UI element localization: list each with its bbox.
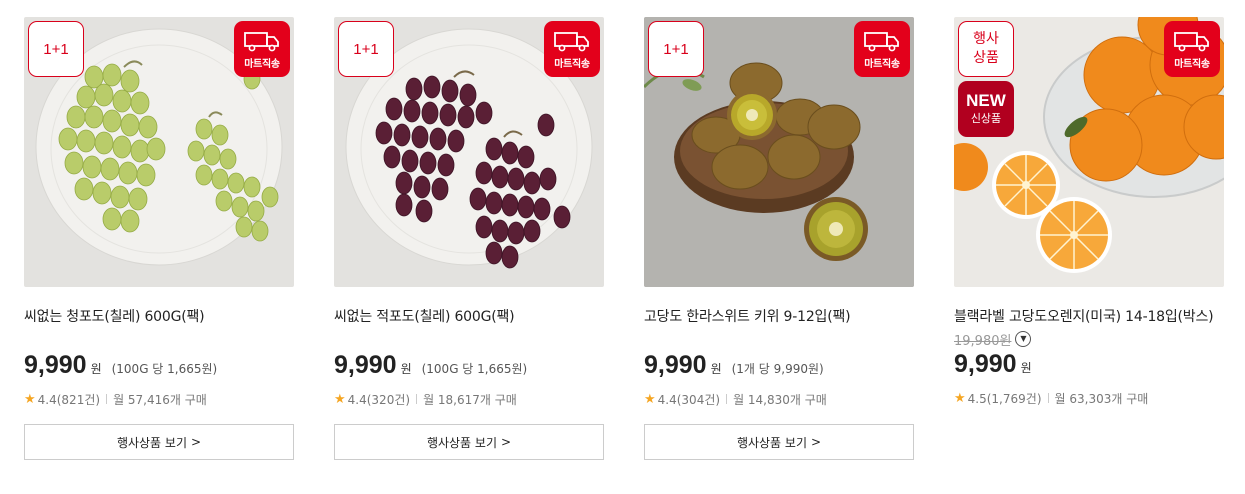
divider xyxy=(1047,393,1049,403)
product-meta: ★ 4.5(1,769건) 월 63,303개 구매 xyxy=(954,390,1224,406)
star-icon: ★ xyxy=(954,390,966,406)
chevron-right-icon: > xyxy=(501,435,512,449)
product-name[interactable]: 고당도 한라스위트 키위 9-12입(팩) xyxy=(644,307,914,328)
product-name[interactable]: 블랙라벨 고당도오렌지(미국) 14-18입(박스) xyxy=(954,307,1224,328)
product-name[interactable]: 씨없는 청포도(칠레) 600G(팩) xyxy=(24,307,294,328)
mart-delivery-label: 마트직송 xyxy=(864,59,900,70)
product-meta: ★ 4.4(320건) 월 18,617개 구매 xyxy=(334,391,604,407)
monthly-sales: 월 63,303개 구매 xyxy=(1054,391,1149,406)
delivery-truck-icon xyxy=(554,32,589,52)
mart-delivery-label: 마트직송 xyxy=(1174,59,1210,70)
delivery-truck-icon xyxy=(864,32,899,52)
product-grid: 1+1 마트직송 씨없는 청포도(칠레) 600G(팩) 9,990 원 (10… xyxy=(0,0,1245,494)
mart-delivery-label: 마트직송 xyxy=(244,59,280,70)
star-icon: ★ xyxy=(334,391,346,407)
button-label: 행사상품 보기 xyxy=(736,435,807,450)
currency-label: 원 xyxy=(1020,361,1032,375)
view-event-products-button[interactable]: 행사상품 보기 > xyxy=(644,424,914,460)
view-event-products-button[interactable]: 행사상품 보기 > xyxy=(334,424,604,460)
product-meta: ★ 4.4(821건) 월 57,416개 구매 xyxy=(24,391,294,407)
product-image[interactable]: 1+1 마트직송 xyxy=(24,17,294,287)
event-badge-line1: 행사 xyxy=(973,31,999,47)
star-icon: ★ xyxy=(24,391,36,407)
divider xyxy=(106,394,108,404)
price-detail-toggle-icon[interactable]: ▼ xyxy=(1015,331,1032,347)
chevron-right-icon: > xyxy=(811,435,822,449)
product-image[interactable]: 1+1 마트직송 xyxy=(334,17,604,287)
chevron-right-icon: > xyxy=(191,435,202,449)
unit-price: (1개 당 9,990원) xyxy=(731,362,824,376)
unit-price: (100G 당 1,665원) xyxy=(111,362,218,376)
product-image[interactable]: 1+1 마트직송 xyxy=(644,17,914,287)
mart-delivery-badge: 마트직송 xyxy=(234,21,290,77)
view-event-products-button[interactable]: 행사상품 보기 > xyxy=(24,424,294,460)
mart-delivery-label: 마트직송 xyxy=(554,59,590,70)
mart-delivery-badge: 마트직송 xyxy=(544,21,600,77)
monthly-sales: 월 18,617개 구매 xyxy=(423,392,517,407)
price-row: 9,990 원 xyxy=(954,350,1224,384)
product-card: 1+1 마트직송 고당도 한라스위트 키위 9-12입(팩) 9,990 원 (… xyxy=(644,17,914,460)
currency-label: 원 xyxy=(90,362,102,376)
price-row: 9,990 원 (100G 당 1,665원) xyxy=(24,351,294,385)
original-price: 19,980원 xyxy=(954,333,1012,349)
one-plus-one-badge: 1+1 xyxy=(28,21,84,77)
sale-price: 9,990 xyxy=(644,351,707,379)
one-plus-one-badge: 1+1 xyxy=(338,21,394,77)
unit-price: (100G 당 1,665원) xyxy=(421,362,528,376)
rating: 4.4(304건) xyxy=(657,392,721,407)
mart-delivery-badge: 마트직송 xyxy=(854,21,910,77)
original-price-row: 19,980원 ▼ xyxy=(954,328,1224,350)
rating: 4.4(821건) xyxy=(37,392,101,407)
rating: 4.4(320건) xyxy=(347,392,411,407)
product-card: 1+1 마트직송 씨없는 청포도(칠레) 600G(팩) 9,990 원 (10… xyxy=(24,17,294,460)
button-label: 행사상품 보기 xyxy=(426,435,497,450)
product-card: 1+1 마트직송 씨없는 적포도(칠레) 600G(팩) 9,990 원 (10… xyxy=(334,17,604,460)
monthly-sales: 월 14,830개 구매 xyxy=(733,392,827,407)
price-row: 9,990 원 (1개 당 9,990원) xyxy=(644,351,914,385)
new-product-badge: NEW 신상품 xyxy=(958,81,1014,137)
sale-price: 9,990 xyxy=(334,351,397,379)
monthly-sales: 월 57,416개 구매 xyxy=(113,392,207,407)
mart-delivery-badge: 마트직송 xyxy=(1164,21,1220,77)
rating: 4.5(1,769건) xyxy=(967,391,1042,406)
one-plus-one-badge: 1+1 xyxy=(648,21,704,77)
delivery-truck-icon xyxy=(1174,32,1209,52)
divider xyxy=(416,394,418,404)
product-card: 행사 상품 NEW 신상품 마트직송 블랙라벨 고당도오렌지(미국) 14-18… xyxy=(954,17,1224,406)
product-name[interactable]: 씨없는 적포도(칠레) 600G(팩) xyxy=(334,307,604,328)
event-badge-line2: 상품 xyxy=(973,50,999,66)
product-image[interactable]: 행사 상품 NEW 신상품 마트직송 xyxy=(954,17,1224,287)
divider xyxy=(726,394,728,404)
sale-price: 9,990 xyxy=(24,351,87,379)
price-row: 9,990 원 (100G 당 1,665원) xyxy=(334,351,604,385)
event-product-badge: 행사 상품 xyxy=(958,21,1014,77)
product-meta: ★ 4.4(304건) 월 14,830개 구매 xyxy=(644,391,914,407)
currency-label: 원 xyxy=(710,362,722,376)
sale-price: 9,990 xyxy=(954,350,1017,378)
currency-label: 원 xyxy=(400,362,412,376)
button-label: 행사상품 보기 xyxy=(116,435,187,450)
new-badge-line2: 신상품 xyxy=(970,112,1002,125)
new-badge-line1: NEW xyxy=(966,91,1006,110)
star-icon: ★ xyxy=(644,391,656,407)
delivery-truck-icon xyxy=(244,32,279,52)
